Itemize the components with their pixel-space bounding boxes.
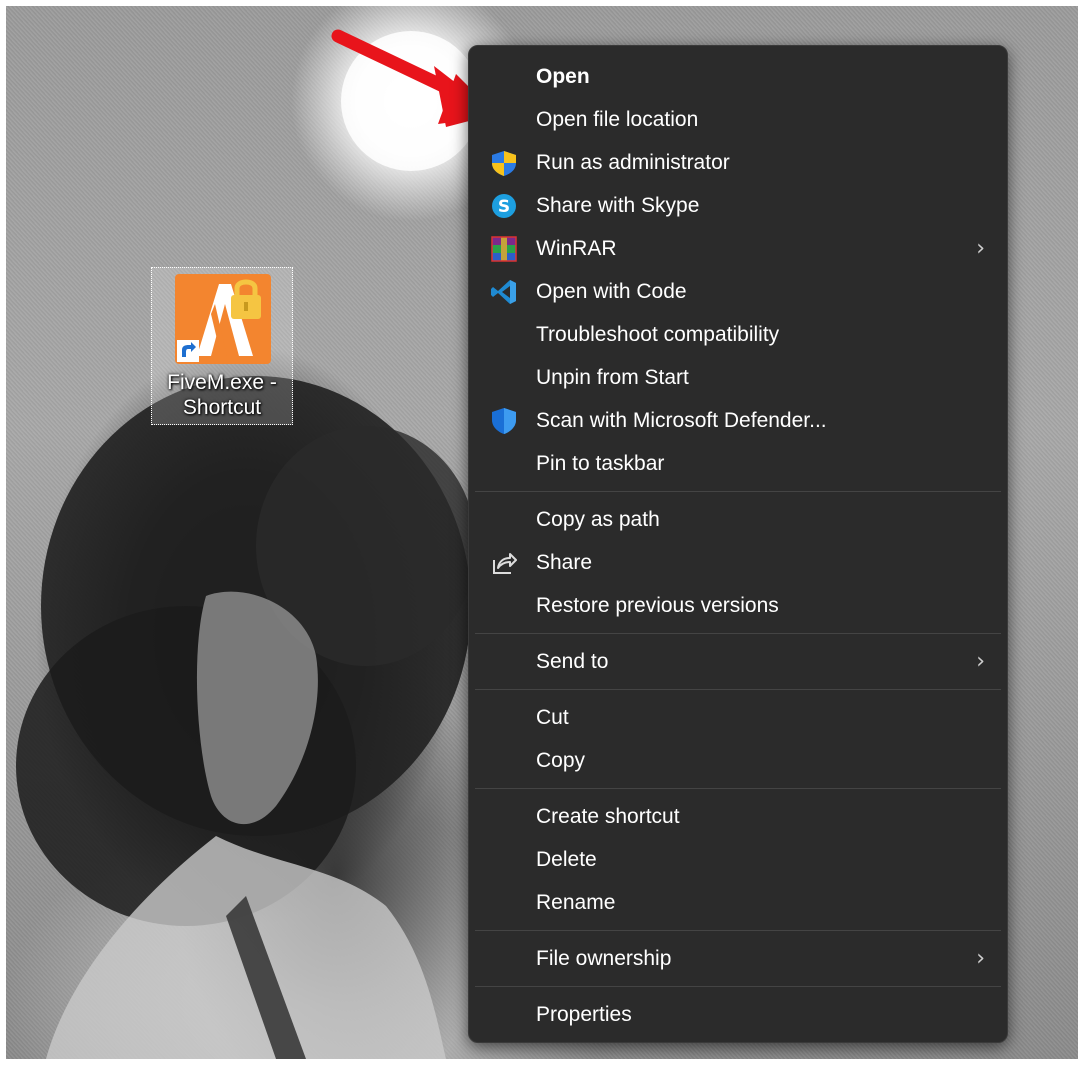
menu-item-properties[interactable]: Properties [469,993,1007,1036]
menu-separator [475,930,1001,931]
menu-separator [475,788,1001,789]
menu-item-label: Restore previous versions [536,594,779,617]
menu-item-rename[interactable]: Rename [469,881,1007,924]
menu-item-label: Troubleshoot compatibility [536,323,780,346]
menu-item-label: Scan with Microsoft Defender... [536,409,827,432]
menu-item-scan-with-microsoft-defender[interactable]: Scan with Microsoft Defender... [469,399,1007,442]
chevron-right-icon: › [976,946,985,971]
menu-separator [475,986,1001,987]
menu-item-label: Share [536,551,593,574]
winrar-icon [489,235,519,263]
menu-item-label: Create shortcut [536,805,680,828]
menu-item-winrar[interactable]: WinRAR › [469,227,1007,270]
menu-item-copy[interactable]: Copy [469,739,1007,782]
menu-item-label: File ownership [536,947,672,970]
uac-shield-icon [489,149,519,177]
share-icon [489,549,519,577]
menu-item-create-shortcut[interactable]: Create shortcut [469,795,1007,838]
menu-item-run-as-administrator[interactable]: Run as administrator [469,141,1007,184]
menu-item-label: Copy [536,749,586,772]
menu-item-label: Open [536,65,590,88]
menu-item-label: Open file location [536,108,699,131]
menu-item-label: Properties [536,1003,632,1026]
menu-item-label: Share with Skype [536,194,700,217]
menu-separator [475,633,1001,634]
menu-item-label: Pin to taskbar [536,452,665,475]
context-menu: Open Open file location Run as administrat… [468,45,1008,1043]
menu-item-copy-as-path[interactable]: Copy as path [469,498,1007,541]
fivem-app-icon [175,274,271,364]
menu-separator [475,689,1001,690]
menu-item-share[interactable]: Share [469,541,1007,584]
shortcut-arrow-icon [177,340,199,362]
menu-item-label: Delete [536,848,597,871]
menu-item-send-to[interactable]: Send to › [469,640,1007,683]
svg-text:S: S [498,197,510,217]
desktop[interactable]: FiveM.exe - Shortcut Open Open file locat… [6,6,1078,1059]
desktop-shortcut-icon[interactable]: FiveM.exe - Shortcut [151,267,293,425]
defender-shield-icon [489,407,519,435]
skype-icon: S [489,192,519,220]
menu-item-open-file-location[interactable]: Open file location [469,98,1007,141]
menu-item-pin-to-taskbar[interactable]: Pin to taskbar [469,442,1007,485]
menu-item-share-with-skype[interactable]: S Share with Skype [469,184,1007,227]
menu-item-unpin-from-start[interactable]: Unpin from Start [469,356,1007,399]
menu-item-label: Copy as path [536,508,660,531]
menu-item-label: Open with Code [536,280,687,303]
vscode-icon [489,278,519,306]
menu-item-delete[interactable]: Delete [469,838,1007,881]
menu-item-label: Send to [536,650,609,673]
menu-item-label: Cut [536,706,569,729]
menu-item-file-ownership[interactable]: File ownership › [469,937,1007,980]
menu-item-label: Unpin from Start [536,366,689,389]
menu-item-troubleshoot-compatibility[interactable]: Troubleshoot compatibility [469,313,1007,356]
chevron-right-icon: › [976,649,985,674]
menu-item-restore-previous-versions[interactable]: Restore previous versions [469,584,1007,627]
menu-separator [475,491,1001,492]
menu-item-label: Run as administrator [536,151,730,174]
menu-item-cut[interactable]: Cut [469,696,1007,739]
menu-item-label: Rename [536,891,616,914]
menu-item-open-with-code[interactable]: Open with Code [469,270,1007,313]
menu-item-open[interactable]: Open [469,55,1007,98]
desktop-icon-label: FiveM.exe - Shortcut [167,371,277,419]
chevron-right-icon: › [976,236,985,261]
menu-item-label: WinRAR [536,237,617,260]
